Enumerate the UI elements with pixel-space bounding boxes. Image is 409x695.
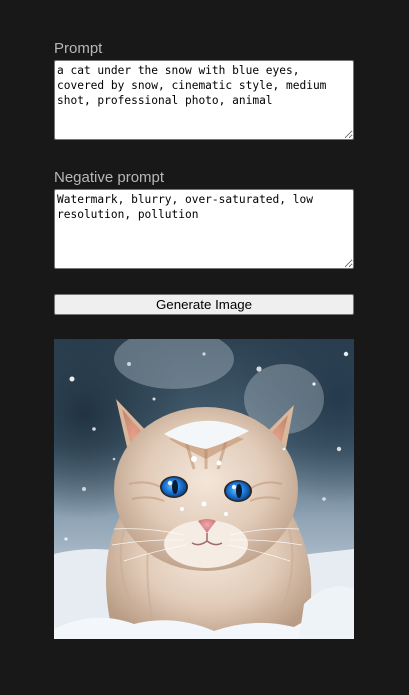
negative-prompt-label: Negative prompt <box>54 169 165 186</box>
negative-prompt-textarea[interactable]: Watermark, blurry, over-saturated, low r… <box>54 189 354 269</box>
prompt-label: Prompt <box>54 40 103 57</box>
generate-image-button[interactable]: Generate Image <box>54 294 354 315</box>
generated-image <box>54 339 354 639</box>
prompt-textarea[interactable]: a cat under the snow with blue eyes, cov… <box>54 60 354 140</box>
